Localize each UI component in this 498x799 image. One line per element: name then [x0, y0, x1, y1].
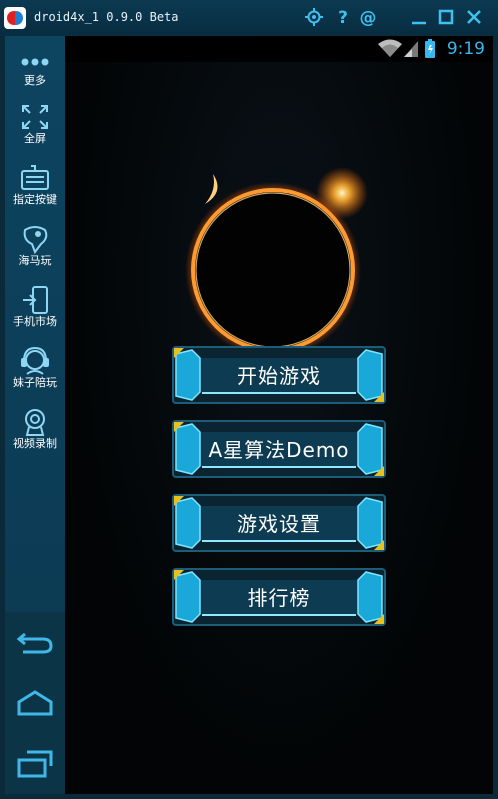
leaderboard-button[interactable]: 排行榜 [172, 568, 386, 626]
sidebar-item-more[interactable]: 更多 [5, 44, 65, 88]
sidebar-item-label: 更多 [24, 74, 46, 87]
close-icon[interactable] [464, 8, 484, 28]
button-label: 开始游戏 [237, 364, 321, 388]
recent-apps-icon[interactable] [13, 748, 57, 780]
gear-icon[interactable] [304, 8, 324, 28]
sidebar-item-label: 海马玩 [18, 254, 52, 267]
signal-icon [402, 39, 420, 63]
battery-icon [425, 39, 435, 63]
button-label: 排行榜 [247, 586, 311, 610]
sidebar-item-label: 视频录制 [13, 437, 57, 450]
sidebar-item-label: 妹子陪玩 [13, 376, 57, 389]
sidebar-item-label: 全屏 [24, 132, 46, 145]
sidebar-item-market[interactable]: 手机市场 [5, 285, 65, 329]
maximize-icon[interactable] [436, 8, 456, 28]
more-dots-icon [5, 44, 65, 74]
back-icon[interactable] [13, 626, 57, 656]
headset-girl-icon [5, 346, 65, 376]
astar-demo-button[interactable]: A星算法Demo [172, 420, 386, 478]
phone-market-icon [5, 285, 65, 315]
status-bar: 9:19 [65, 36, 493, 62]
sidebar-item-label: 指定按键 [13, 193, 57, 206]
sidebar-item-keymap[interactable]: 指定按键 [5, 163, 65, 207]
sidebar-item-fullscreen[interactable]: 全屏 [5, 102, 65, 146]
seahorse-icon [5, 224, 65, 255]
android-screen: 9:19 开始游戏 A星算法Demo 游戏设置 排行榜 [65, 36, 493, 794]
minimize-icon[interactable] [409, 8, 429, 28]
fullscreen-icon [5, 102, 65, 132]
sidebar-item-record[interactable]: 视频录制 [5, 407, 65, 451]
start-game-button[interactable]: 开始游戏 [172, 346, 386, 404]
sidebar-item-haimawan[interactable]: 海马玩 [5, 224, 65, 268]
button-label: 游戏设置 [237, 512, 321, 536]
window-titlebar: droid4x_1 0.9.0 Beta ? @ [0, 0, 498, 36]
game-background: 开始游戏 A星算法Demo 游戏设置 排行榜 [65, 62, 493, 794]
wifi-icon [378, 39, 402, 63]
window-title: droid4x_1 0.9.0 Beta [34, 10, 179, 24]
app-logo-icon [4, 7, 26, 29]
eclipse-illustration [185, 167, 368, 358]
at-icon[interactable]: @ [358, 8, 378, 28]
android-nav-bar [5, 612, 65, 794]
camera-record-icon [5, 407, 65, 437]
keyboard-icon [5, 163, 65, 193]
game-settings-button[interactable]: 游戏设置 [172, 494, 386, 552]
clock: 9:19 [446, 39, 485, 59]
button-label: A星算法Demo [208, 438, 350, 462]
home-icon[interactable] [13, 688, 57, 718]
sidebar-item-label: 手机市场 [13, 315, 57, 328]
sidebar-item-companion[interactable]: 妹子陪玩 [5, 346, 65, 390]
help-icon[interactable]: ? [333, 8, 353, 28]
